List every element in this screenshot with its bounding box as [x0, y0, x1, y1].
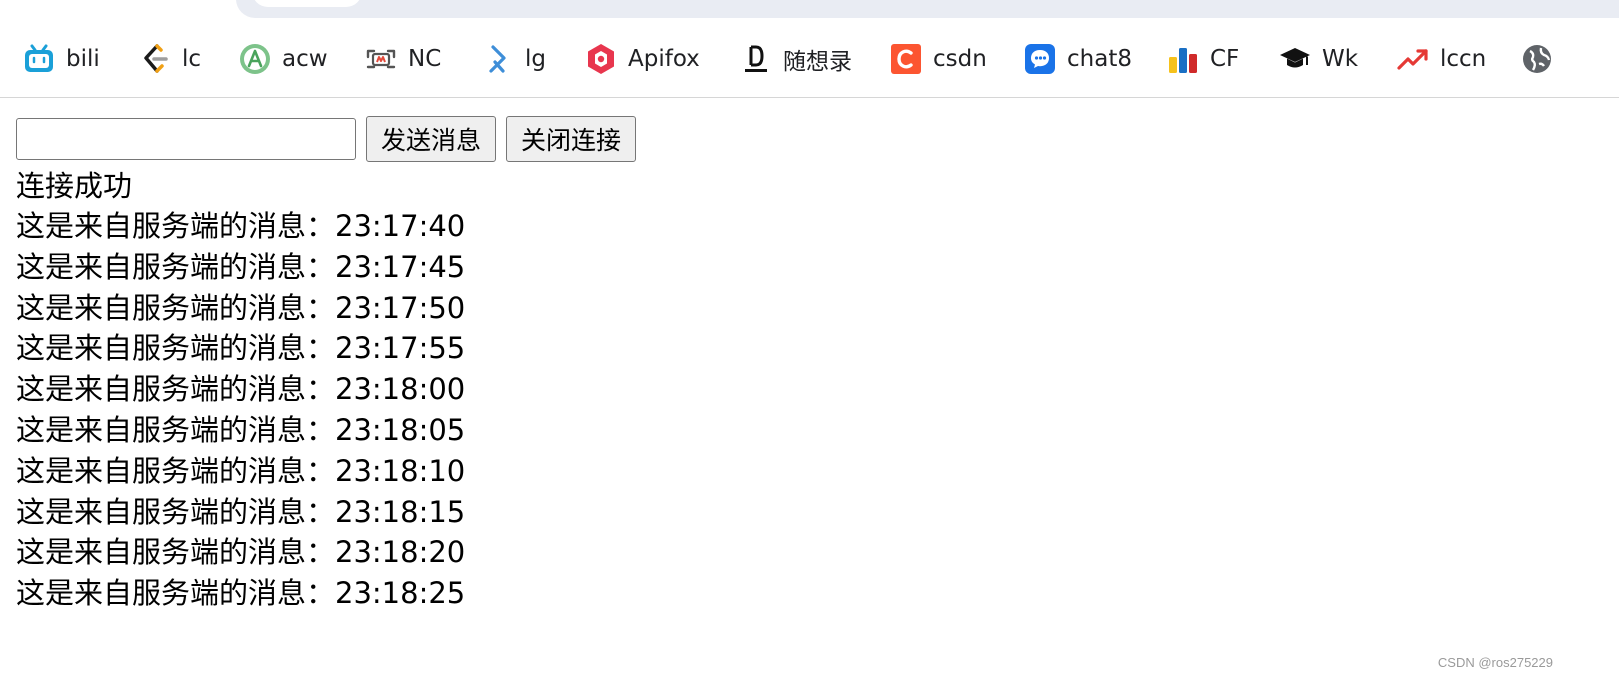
apifox-icon: [584, 42, 618, 76]
message-item: 这是来自服务端的消息：23:18:05: [16, 412, 466, 447]
message-item: 这是来自服务端的消息：23:18:20: [16, 535, 466, 570]
trending-up-icon: [1396, 42, 1430, 76]
message-item: 这是来自服务端的消息：23:17:50: [16, 290, 466, 325]
bookmark-lg[interactable]: lg: [481, 40, 546, 78]
bookmark-csdn[interactable]: csdn: [889, 40, 987, 78]
csdn-icon: [889, 42, 923, 76]
message-item: 这是来自服务端的消息：23:18:00: [16, 372, 466, 407]
codeforces-icon: [1166, 42, 1200, 76]
bookmark-label: CF: [1210, 46, 1240, 72]
bookmark-label: Wk: [1322, 46, 1359, 72]
close-connection-button[interactable]: 关闭连接: [506, 116, 637, 162]
leetcode-icon: [138, 42, 172, 76]
bookmark-suixianglu[interactable]: 随想录: [739, 40, 852, 78]
bookmarks-bar: bili lc acw NC lg Apifox 随想录 csdn chat8 …: [0, 22, 1619, 98]
bookmark-label: lccn: [1440, 46, 1487, 72]
message-controls: 发送消息 关闭连接: [16, 116, 1596, 162]
bookmark-chat8[interactable]: chat8: [1023, 40, 1132, 78]
message-item: 这是来自服务端的消息：23:17:55: [16, 331, 466, 366]
bookmark-label: bili: [66, 46, 100, 72]
bookmark-apifox[interactable]: Apifox: [584, 40, 700, 78]
bookmark-label: Apifox: [628, 46, 700, 72]
bookmark-cf[interactable]: CF: [1166, 40, 1239, 78]
bookmark-label: csdn: [933, 46, 987, 72]
bookmark-lccn[interactable]: lccn: [1396, 40, 1486, 78]
bookmark-acw[interactable]: acw: [238, 40, 328, 78]
message-item: 这是来自服务端的消息：23:18:15: [16, 494, 466, 529]
bookmark-label: acw: [282, 46, 328, 72]
connection-status: 连接成功: [16, 169, 133, 203]
message-item: 这是来自服务端的消息：23:17:45: [16, 249, 466, 284]
bilibili-icon: [22, 42, 56, 76]
send-message-button[interactable]: 发送消息: [366, 116, 497, 162]
watermark: CSDN @ros275229: [1437, 655, 1553, 670]
daimasuixianglu-icon: [739, 42, 773, 76]
message-list: 这是来自服务端的消息：23:17:40 这是来自服务端的消息：23:17:45 …: [16, 206, 1596, 614]
address-bar[interactable]: [236, 0, 1619, 18]
acwing-icon: [238, 42, 272, 76]
address-bar-area: [0, 0, 1619, 22]
luogu-icon: [481, 42, 515, 76]
graduation-cap-icon: [1278, 42, 1312, 76]
bookmark-label: lg: [525, 46, 546, 72]
bookmark-lc[interactable]: lc: [138, 40, 201, 78]
nowcoder-icon: [364, 42, 398, 76]
message-item: 这是来自服务端的消息：23:18:25: [16, 576, 466, 611]
bookmark-label: 随想录: [783, 49, 852, 75]
bookmark-globe[interactable]: [1520, 40, 1564, 78]
bookmark-label: chat8: [1067, 46, 1132, 72]
bookmark-nc[interactable]: NC: [364, 40, 441, 78]
bookmark-wk[interactable]: Wk: [1278, 40, 1358, 78]
globe-icon: [1520, 42, 1554, 76]
browser-viewport: bili lc acw NC lg Apifox 随想录 csdn chat8 …: [0, 0, 1619, 698]
chat-bubble-icon: [1023, 42, 1057, 76]
message-input[interactable]: [16, 118, 356, 160]
bookmark-label: lc: [182, 46, 202, 72]
bookmark-label: NC: [408, 46, 442, 72]
message-item: 这是来自服务端的消息：23:18:10: [16, 453, 466, 488]
page-content: 发送消息 关闭连接 连接成功 这是来自服务端的消息：23:17:40 这是来自服…: [16, 116, 1596, 614]
bookmark-bili[interactable]: bili: [22, 40, 100, 78]
address-bar-site-chip[interactable]: [252, 0, 362, 7]
message-item: 这是来自服务端的消息：23:17:40: [16, 209, 466, 243]
